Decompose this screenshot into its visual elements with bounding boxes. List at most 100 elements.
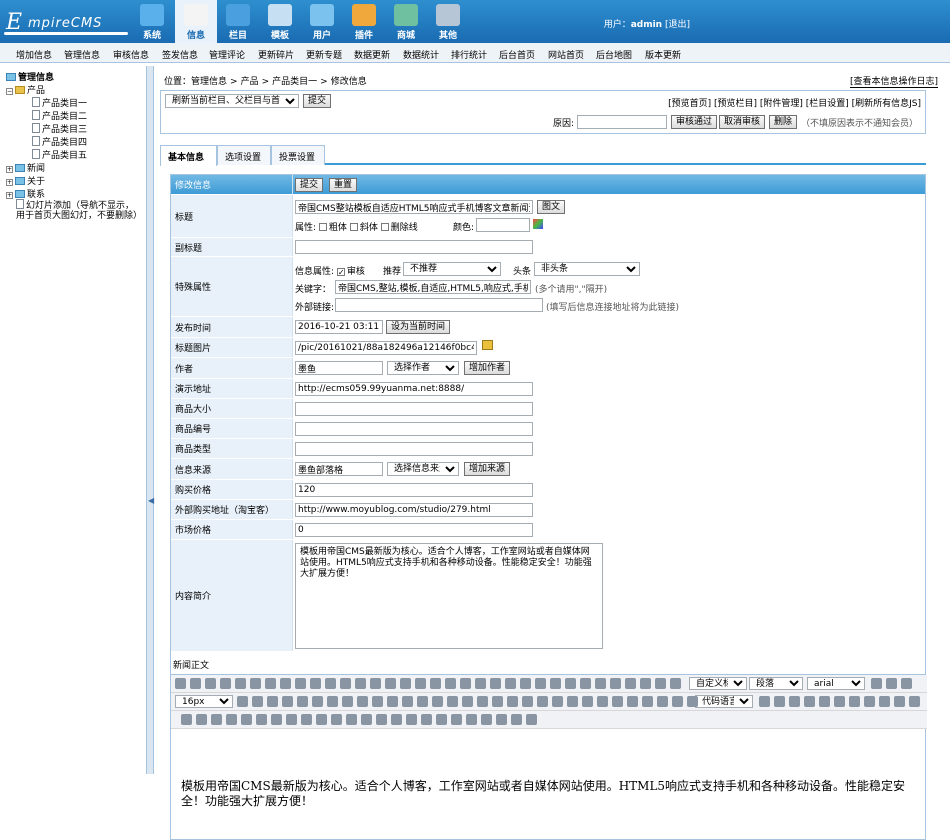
editor-tool-icon[interactable] xyxy=(582,696,593,707)
delete-button[interactable]: 删除 xyxy=(769,115,798,129)
editor-tool-icon[interactable] xyxy=(417,696,428,707)
editor-tool-icon[interactable] xyxy=(181,714,192,725)
type-input[interactable] xyxy=(295,442,533,456)
editor-tool-icon[interactable] xyxy=(642,696,653,707)
format-select[interactable]: 自定义标题 xyxy=(689,677,747,690)
editor-tool-icon[interactable] xyxy=(252,696,263,707)
editor-tool-icon[interactable] xyxy=(819,696,830,707)
editor-tool-icon[interactable] xyxy=(295,678,306,689)
editor-tool-icon[interactable] xyxy=(655,678,666,689)
editor-tool-icon[interactable] xyxy=(672,696,683,707)
add-source-button[interactable]: 增加来源 xyxy=(464,462,511,476)
sub-menu-item[interactable]: 数据统计 xyxy=(403,48,439,61)
sub-menu-item[interactable]: 管理评论 xyxy=(209,48,245,61)
refresh-submit-button[interactable]: 提交 xyxy=(303,94,332,108)
code-input[interactable] xyxy=(295,422,533,436)
editor-tool-icon[interactable] xyxy=(220,678,231,689)
paragraph-select[interactable]: 段落 xyxy=(749,677,803,690)
editor-tool-icon[interactable] xyxy=(462,696,473,707)
editor-tool-icon[interactable] xyxy=(256,714,267,725)
sub-menu-item[interactable]: 排行统计 xyxy=(451,48,487,61)
editor-tool-icon[interactable] xyxy=(886,678,897,689)
editor-tool-icon[interactable] xyxy=(687,696,698,707)
editor-tool-icon[interactable] xyxy=(879,696,890,707)
editor-tool-icon[interactable] xyxy=(430,678,441,689)
title-input[interactable] xyxy=(295,200,533,214)
editor-tool-icon[interactable] xyxy=(282,696,293,707)
editor-tool-icon[interactable] xyxy=(387,696,398,707)
editor-tool-icon[interactable] xyxy=(301,714,312,725)
editor-tool-icon[interactable] xyxy=(280,678,291,689)
editor-tool-icon[interactable] xyxy=(871,678,882,689)
editor-tool-icon[interactable] xyxy=(286,714,297,725)
pubtime-input[interactable] xyxy=(295,320,383,334)
editor-tool-icon[interactable] xyxy=(670,678,681,689)
editor-tool-icon[interactable] xyxy=(522,696,533,707)
review-checkbox[interactable] xyxy=(336,268,345,276)
collapse-icon[interactable]: − xyxy=(6,88,13,95)
editor-tool-icon[interactable] xyxy=(175,678,186,689)
demo-input[interactable] xyxy=(295,382,533,396)
view-log-link[interactable]: [查看本信息操作日志] xyxy=(849,74,938,88)
editor-content[interactable]: 模板用帝国CMS最新版为核心。适合个人博客，工作室网站或者自媒体网站使用。HTM… xyxy=(181,779,921,809)
editor-tool-icon[interactable] xyxy=(340,678,351,689)
color-picker-icon[interactable] xyxy=(533,219,543,229)
editor-tool-icon[interactable] xyxy=(552,696,563,707)
reason-input[interactable] xyxy=(577,115,667,129)
expand-icon[interactable]: + xyxy=(6,192,13,199)
headline-select[interactable]: 非头条 xyxy=(534,262,640,276)
link-input[interactable] xyxy=(335,298,543,312)
editor-tool-icon[interactable] xyxy=(834,696,845,707)
editor-tool-icon[interactable] xyxy=(640,678,651,689)
editor-tool-icon[interactable] xyxy=(612,696,623,707)
editor-tool-icon[interactable] xyxy=(361,714,372,725)
cancel-review-button[interactable]: 取消审核 xyxy=(719,115,766,129)
subtitle-input[interactable] xyxy=(295,240,533,254)
size-input[interactable] xyxy=(295,402,533,416)
font-select[interactable]: arial xyxy=(807,677,865,690)
top-menu-5[interactable]: 插件 xyxy=(343,0,385,43)
editor-tool-icon[interactable] xyxy=(190,678,201,689)
editor-tool-icon[interactable] xyxy=(774,696,785,707)
editor-tool-icon[interactable] xyxy=(400,678,411,689)
sub-menu-item[interactable]: 签发信息 xyxy=(162,48,198,61)
source-input[interactable] xyxy=(295,462,383,476)
editor-tool-icon[interactable] xyxy=(804,696,815,707)
editor-tool-icon[interactable] xyxy=(477,696,488,707)
collapse-arrow-icon[interactable]: ◀ xyxy=(148,496,154,505)
editor-tool-icon[interactable] xyxy=(226,714,237,725)
price-input[interactable] xyxy=(295,483,533,497)
sub-menu-item[interactable]: 后台地图 xyxy=(596,48,632,61)
expand-icon[interactable]: + xyxy=(6,166,13,173)
editor-tool-icon[interactable] xyxy=(580,678,591,689)
top-menu-1[interactable]: 信息 xyxy=(175,0,217,43)
editor-tool-icon[interactable] xyxy=(357,696,368,707)
tree-product-child[interactable]: 产品类目三 xyxy=(32,122,87,135)
recommend-select[interactable]: 不推荐 xyxy=(403,262,501,276)
editor-tool-icon[interactable] xyxy=(415,678,426,689)
expand-icon[interactable]: + xyxy=(6,179,13,186)
code-lang-select[interactable]: 代码语言 xyxy=(695,695,753,708)
editor-tool-icon[interactable] xyxy=(627,696,638,707)
sub-menu-item[interactable]: 网站首页 xyxy=(548,48,584,61)
editor-tool-icon[interactable] xyxy=(759,696,770,707)
preview-links[interactable]: [预览首页] [预览栏目] [附件管理] [栏目设置] [刷新所有信息JS] xyxy=(668,96,921,109)
top-menu-2[interactable]: 栏目 xyxy=(217,0,259,43)
title-pic-button[interactable]: 图文 xyxy=(537,200,566,214)
editor-tool-icon[interactable] xyxy=(406,714,417,725)
editor-tool-icon[interactable] xyxy=(265,678,276,689)
editor-tool-icon[interactable] xyxy=(436,714,447,725)
breadcrumb-item[interactable]: 管理信息 xyxy=(191,77,227,87)
keywords-input[interactable] xyxy=(335,280,531,294)
editor-tool-icon[interactable] xyxy=(481,714,492,725)
editor-tool-icon[interactable] xyxy=(372,696,383,707)
editor-tool-icon[interactable] xyxy=(475,678,486,689)
fontsize-select[interactable]: 16px xyxy=(175,695,233,708)
editor-tool-icon[interactable] xyxy=(316,714,327,725)
editor-tool-icon[interactable] xyxy=(657,696,668,707)
editor-tool-icon[interactable] xyxy=(312,696,323,707)
top-menu-6[interactable]: 商城 xyxy=(385,0,427,43)
source-select[interactable]: 选择信息来源 xyxy=(387,462,459,476)
tree-category[interactable]: + 新闻 xyxy=(6,161,45,174)
editor-tool-icon[interactable] xyxy=(346,714,357,725)
